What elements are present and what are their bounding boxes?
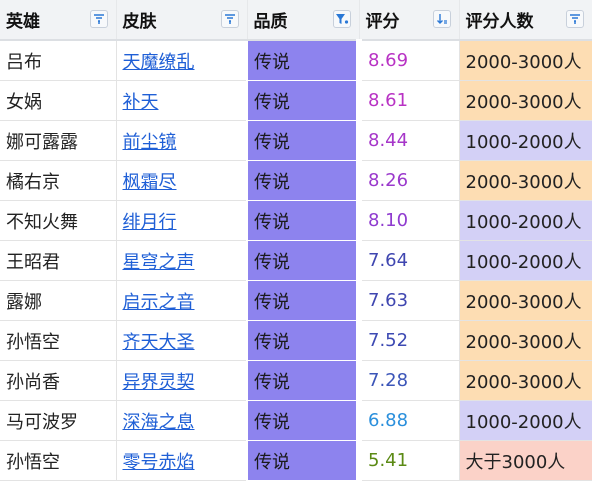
header-skin-label: 皮肤 [122,12,157,32]
quality-cell: 传说 [246,240,362,281]
filter-icon[interactable] [565,10,584,28]
table-body: 吕布 天魔缭乱 传说 8.69 2000-3000人 女娲 补天 传说 8.61 2000-300… [0,40,592,481]
quality-cell: 传说 [246,160,362,201]
skin-cell: 天魔缭乱 [116,40,248,81]
hero-cell: 吕布 [0,40,117,81]
count-cell: 2000-3000人 [459,40,592,81]
score-cell: 7.63 [359,280,460,321]
score-cell: 7.64 [359,240,460,281]
skin-link[interactable]: 异界灵契 [123,372,195,393]
filter-active-icon[interactable] [332,10,351,28]
score-cell: 8.10 [359,200,460,241]
hero-cell: 王昭君 [0,240,117,281]
score-cell: 6.88 [359,400,460,441]
skin-link[interactable]: 前尘镜 [123,132,177,153]
hero-cell: 孙悟空 [0,320,117,361]
skin-cell: 启示之音 [116,280,248,321]
hero-cell: 孙悟空 [0,440,117,481]
skin-link[interactable]: 启示之音 [123,292,195,313]
skin-link[interactable]: 齐天大圣 [123,332,195,353]
skin-link[interactable]: 深海之息 [123,412,195,433]
score-cell: 8.61 [359,80,460,121]
count-cell: 2000-3000人 [459,320,592,361]
quality-cell: 传说 [246,440,362,481]
score-cell: 7.52 [359,320,460,361]
table-row: 不知火舞 绯月行 传说 8.10 1000-2000人 [0,200,592,241]
skin-cell: 前尘镜 [116,120,248,161]
skin-link[interactable]: 零号赤焰 [123,452,195,473]
score-cell: 5.41 [359,440,460,481]
header-count-label: 评分人数 [465,12,534,32]
skin-link[interactable]: 天魔缭乱 [123,52,195,73]
header-score: 评分 [359,0,460,41]
hero-cell: 马可波罗 [0,400,117,441]
quality-cell: 传说 [246,120,362,161]
skin-cell: 异界灵契 [116,360,248,401]
table-row: 娜可露露 前尘镜 传说 8.44 1000-2000人 [0,120,592,161]
filter-icon[interactable] [220,10,239,28]
header-skin: 皮肤 [116,0,248,41]
quality-cell: 传说 [246,360,362,401]
skin-cell: 深海之息 [116,400,248,441]
table-row: 吕布 天魔缭乱 传说 8.69 2000-3000人 [0,40,592,81]
count-cell: 大于3000人 [459,440,592,481]
skin-cell: 星穹之声 [116,240,248,281]
score-cell: 7.28 [359,360,460,401]
count-cell: 2000-3000人 [459,280,592,321]
filter-icon[interactable] [89,10,108,28]
table-row: 马可波罗 深海之息 传说 6.88 1000-2000人 [0,400,592,441]
score-cell: 8.26 [359,160,460,201]
table-row: 露娜 启示之音 传说 7.63 2000-3000人 [0,280,592,321]
quality-cell: 传说 [246,320,362,361]
table-row: 王昭君 星穹之声 传说 7.64 1000-2000人 [0,240,592,281]
hero-cell: 橘右京 [0,160,117,201]
skin-cell: 绯月行 [116,200,248,241]
header-quality-label: 品质 [253,12,288,32]
skin-link[interactable]: 补天 [123,92,159,113]
header-count: 评分人数 [459,0,592,41]
skin-cell: 枫霜尽 [116,160,248,201]
count-cell: 2000-3000人 [459,80,592,121]
header-score-label: 评分 [365,12,400,32]
count-cell: 1000-2000人 [459,400,592,441]
table-row: 孙悟空 零号赤焰 传说 5.41 大于3000人 [0,440,592,481]
header-hero: 英雄 [0,0,117,41]
table-row: 橘右京 枫霜尽 传说 8.26 2000-3000人 [0,160,592,201]
skin-link[interactable]: 枫霜尽 [123,172,177,193]
header-hero-label: 英雄 [6,12,40,32]
quality-cell: 传说 [246,200,362,241]
count-cell: 1000-2000人 [459,120,592,161]
hero-cell: 女娲 [0,80,117,121]
table-row: 孙尚香 异界灵契 传说 7.28 2000-3000人 [0,360,592,401]
skin-rating-table: 英雄 皮肤 品质 评分 评分人数 吕布 天魔缭乱 传说 8.69 2000-30… [0,0,592,481]
table-row: 女娲 补天 传说 8.61 2000-3000人 [0,80,592,121]
count-cell: 1000-2000人 [459,200,592,241]
quality-cell: 传说 [246,80,362,121]
skin-link[interactable]: 绯月行 [123,212,177,233]
hero-cell: 娜可露露 [0,120,117,161]
skin-cell: 补天 [116,80,248,121]
count-cell: 2000-3000人 [459,360,592,401]
table-row: 孙悟空 齐天大圣 传说 7.52 2000-3000人 [0,320,592,361]
score-cell: 8.69 [359,40,460,81]
skin-cell: 零号赤焰 [116,440,248,481]
hero-cell: 孙尚香 [0,360,117,401]
quality-cell: 传说 [246,280,362,321]
skin-link[interactable]: 星穹之声 [123,252,195,273]
header-row: 英雄 皮肤 品质 评分 评分人数 [0,0,592,41]
sort-descending-icon[interactable] [432,10,451,28]
quality-cell: 传说 [246,400,362,441]
skin-cell: 齐天大圣 [116,320,248,361]
hero-cell: 不知火舞 [0,200,117,241]
score-cell: 8.44 [359,120,460,161]
count-cell: 2000-3000人 [459,160,592,201]
header-quality: 品质 [247,0,360,41]
hero-cell: 露娜 [0,280,117,321]
quality-cell: 传说 [246,40,362,81]
count-cell: 1000-2000人 [459,240,592,281]
